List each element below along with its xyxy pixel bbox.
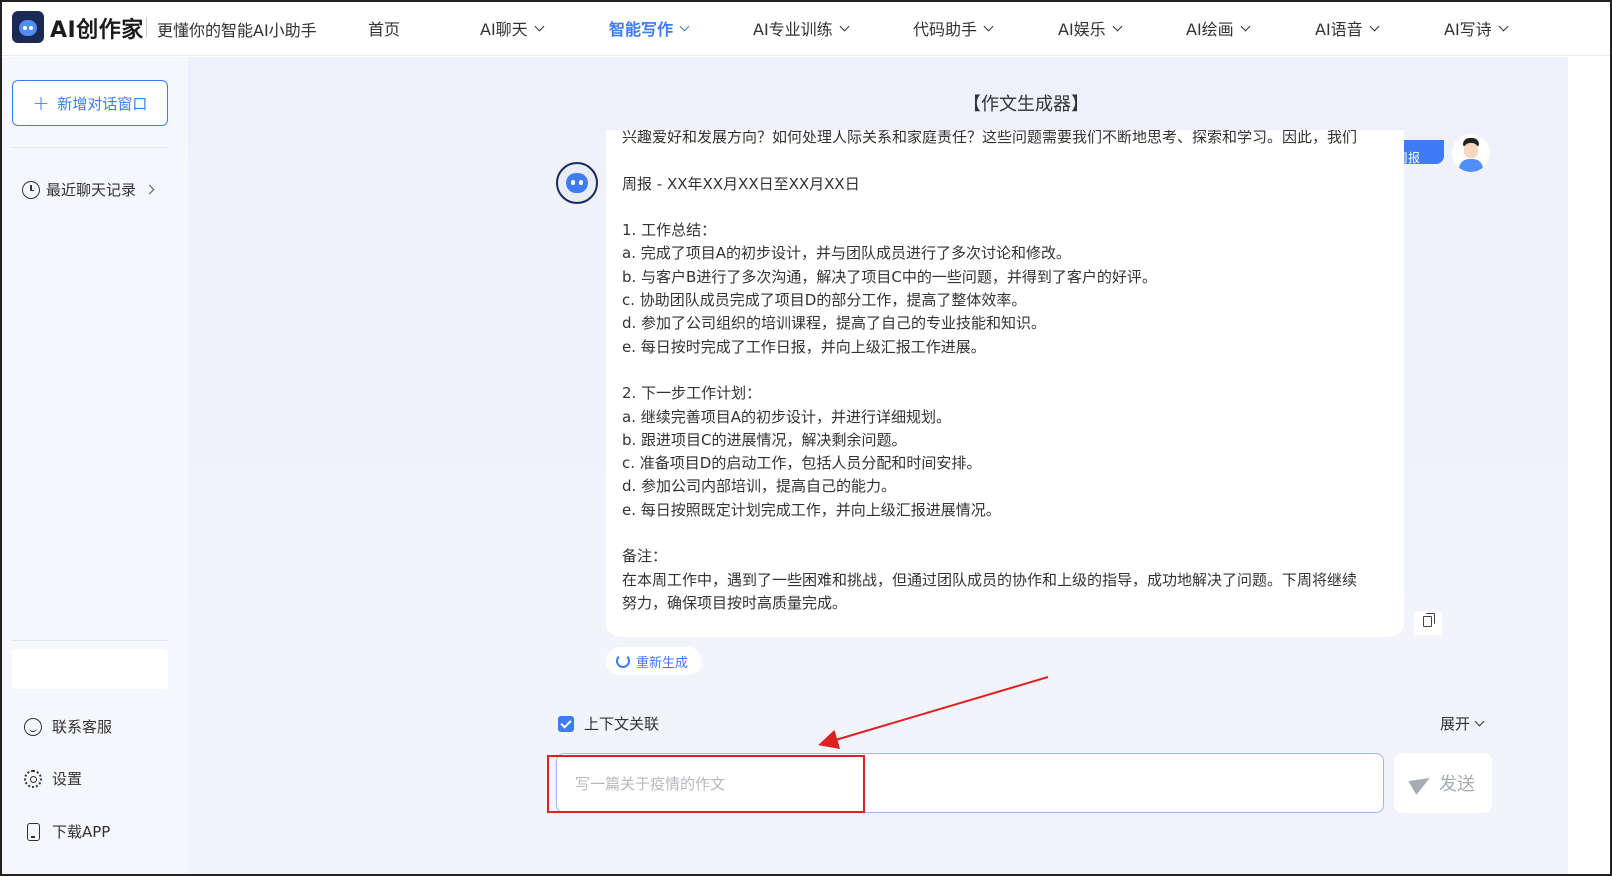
annotation-arrow — [818, 676, 1049, 750]
